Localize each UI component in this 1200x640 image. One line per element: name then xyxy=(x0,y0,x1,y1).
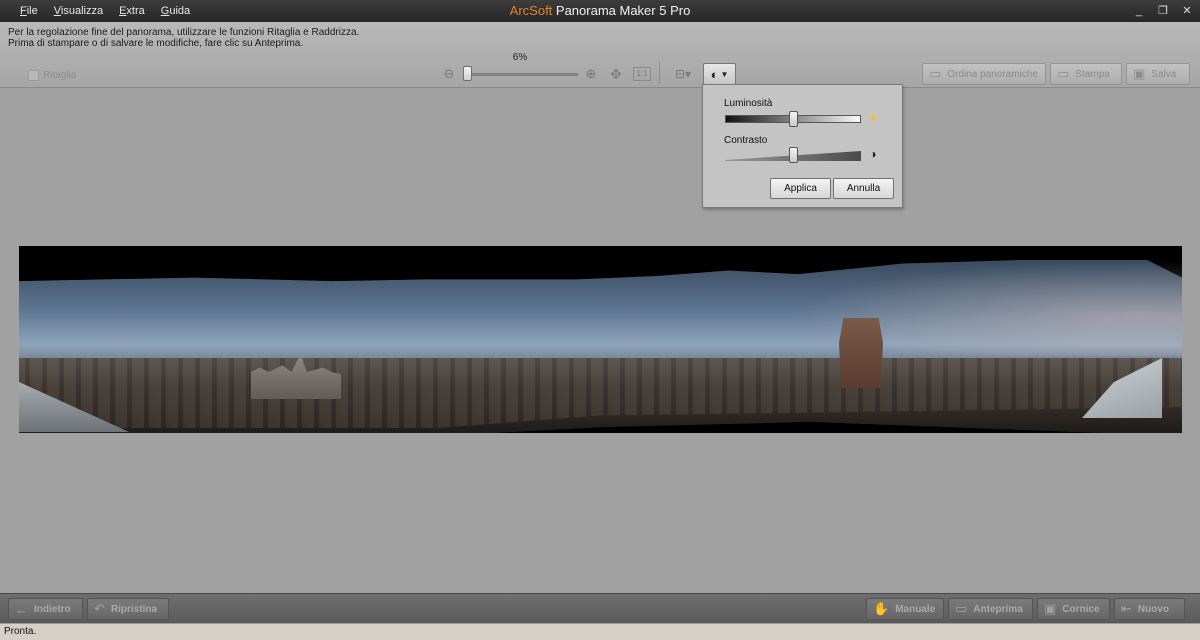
printer-icon: ▭ xyxy=(1057,66,1070,81)
print-button[interactable]: ▭ Stampa xyxy=(1050,63,1122,85)
brand-name: ArcSoft xyxy=(509,3,553,18)
menu-file-label: ile xyxy=(26,5,38,17)
brightness-contrast-popup: Luminosità ☀ Contrasto ◑ Applica Annulla xyxy=(702,84,903,208)
hand-icon: ✋ xyxy=(873,601,890,616)
apply-button[interactable]: Applica xyxy=(770,178,831,199)
zoom-slider-track[interactable] xyxy=(463,73,578,76)
crop-checkbox-box[interactable] xyxy=(28,70,39,81)
new-label: Nuovo xyxy=(1137,603,1170,615)
zoom-slider-thumb[interactable] xyxy=(463,66,472,81)
instructions-line-1: Per la regolazione fine del panorama, ut… xyxy=(8,27,360,38)
brightness-contrast-icon: ◐ xyxy=(710,66,719,82)
manual-button[interactable]: ✋ Manuale xyxy=(866,598,944,620)
arrow-left-icon: ← xyxy=(15,601,28,617)
back-label: Indietro xyxy=(34,603,71,615)
order-panoramas-label: Ordina panoramiche xyxy=(947,68,1038,80)
contrast-label: Contrasto xyxy=(724,135,768,146)
crop-label: Ritaglia xyxy=(43,70,77,81)
panorama-sunset-glow xyxy=(762,256,1182,356)
actual-size-icon[interactable]: 1:1 xyxy=(633,67,651,81)
close-button[interactable]: ✕ xyxy=(1180,4,1194,18)
undo-icon: ↶ xyxy=(94,601,105,616)
panorama-tower xyxy=(839,318,883,388)
panorama-image[interactable] xyxy=(19,246,1182,433)
instructions-line-2: Prima di stampare o di salvare le modifi… xyxy=(8,38,304,49)
crop-checkbox[interactable]: Ritaglia xyxy=(28,70,76,81)
edit-toolbar: Per la regolazione fine del panorama, ut… xyxy=(0,22,1200,88)
title-bar: File Visualizza Extra Guida ArcSoft Pano… xyxy=(0,0,1200,22)
floppy-icon: ▣ xyxy=(1133,66,1146,81)
zoom-out-icon[interactable]: ⊖ xyxy=(441,66,457,82)
frame-label: Cornice xyxy=(1062,603,1100,615)
new-button[interactable]: ⇤ Nuovo xyxy=(1114,598,1185,620)
status-bar: Pronta. xyxy=(0,623,1200,640)
menu-visualizza[interactable]: Visualizza xyxy=(46,5,111,17)
window-controls: _ ❐ ✕ xyxy=(1132,0,1194,22)
brightness-label: Luminosità xyxy=(724,98,773,109)
menu-visualizza-label: isualizza xyxy=(60,5,104,17)
save-label: Salva xyxy=(1151,68,1177,80)
chevron-down-icon: ▼ xyxy=(720,69,729,79)
frame-button[interactable]: ▣ Cornice xyxy=(1037,598,1110,620)
menu-extra[interactable]: Extra xyxy=(111,5,153,17)
reset-button[interactable]: ↶ Ripristina xyxy=(87,598,169,620)
minimize-button[interactable]: _ xyxy=(1132,4,1146,18)
menu-visualizza-accel: V xyxy=(53,5,61,17)
manual-label: Manuale xyxy=(895,603,936,615)
fit-to-window-icon[interactable]: ✥ xyxy=(606,65,626,83)
cancel-button[interactable]: Annulla xyxy=(833,178,894,199)
menu-file[interactable]: File xyxy=(12,5,46,17)
frame-icon: ▣ xyxy=(1044,601,1057,616)
bottom-toolbar: ← Indietro ↶ Ripristina ✋ Manuale ▭ Ante… xyxy=(0,593,1200,623)
zoom-percent: 6% xyxy=(512,52,528,63)
toolbar-divider xyxy=(659,62,660,84)
preview-icon: ▭ xyxy=(955,601,968,616)
panorama-canvas xyxy=(0,88,1200,593)
app-name: Panorama Maker 5 Pro xyxy=(552,3,691,18)
order-panoramas-button[interactable]: ▭ Ordina panoramiche xyxy=(922,63,1046,85)
zoom-in-icon[interactable]: ⊕ xyxy=(583,66,599,82)
menu-guida[interactable]: Guida xyxy=(153,5,198,17)
brightness-slider-thumb[interactable] xyxy=(788,111,798,127)
brightness-contrast-button[interactable]: ◐ ▼ xyxy=(703,63,736,85)
preview-label: Anteprima xyxy=(973,603,1023,615)
restore-button[interactable]: ❐ xyxy=(1156,4,1170,18)
back-button[interactable]: ← Indietro xyxy=(8,598,83,620)
sun-icon: ☀ xyxy=(867,111,879,125)
menu-guida-label: uida xyxy=(169,5,191,17)
straighten-icon[interactable]: ⊟▾ xyxy=(669,65,697,83)
preview-button[interactable]: ▭ Anteprima xyxy=(948,598,1033,620)
save-button[interactable]: ▣ Salva xyxy=(1126,63,1190,85)
order-icon: ▭ xyxy=(929,66,942,81)
menu-file-accel: F xyxy=(20,5,27,17)
reset-label: Ripristina xyxy=(110,603,158,615)
menu-bar: File Visualizza Extra Guida xyxy=(12,0,198,22)
contrast-slider-thumb[interactable] xyxy=(788,147,798,163)
contrast-icon: ◑ xyxy=(869,147,877,161)
new-project-icon: ⇤ xyxy=(1121,601,1132,616)
menu-extra-label: xtra xyxy=(126,5,145,17)
print-label: Stampa xyxy=(1075,68,1110,80)
status-text: Pronta. xyxy=(4,626,37,637)
instructions: Per la regolazione fine del panorama, ut… xyxy=(8,27,359,49)
